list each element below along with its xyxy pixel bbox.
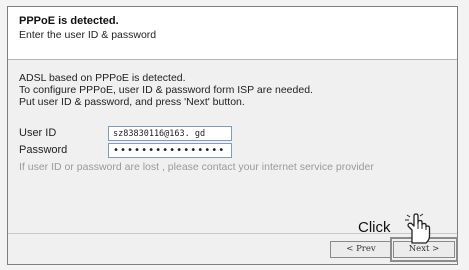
dialog-title: PPPoE is detected. <box>19 15 119 27</box>
pointing-hand-icon <box>405 213 431 244</box>
info-line-2: To configure PPPoE, user ID & password f… <box>19 84 313 96</box>
dialog-header: PPPoE is detected. Enter the user ID & p… <box>8 7 457 60</box>
info-text: ADSL based on PPPoE is detected. To conf… <box>19 72 313 108</box>
dialog-subtitle: Enter the user ID & password <box>19 29 157 41</box>
info-line-3: Put user ID & password, and press 'Next'… <box>19 96 245 108</box>
help-note: If user ID or password are lost , please… <box>19 161 374 173</box>
password-label: Password <box>19 144 68 156</box>
dialog-body: ADSL based on PPPoE is detected. To conf… <box>8 60 457 235</box>
user-id-input[interactable]: sz83830116@163. gd <box>108 126 232 141</box>
button-bar: < Prev Next > <box>8 233 458 264</box>
click-annotation: Click <box>358 219 391 236</box>
info-line-1: ADSL based on PPPoE is detected. <box>19 72 186 84</box>
prev-button[interactable]: < Prev <box>330 241 392 258</box>
user-id-label: User ID <box>19 127 57 139</box>
password-input[interactable]: •••••••••••••••• <box>108 143 232 158</box>
